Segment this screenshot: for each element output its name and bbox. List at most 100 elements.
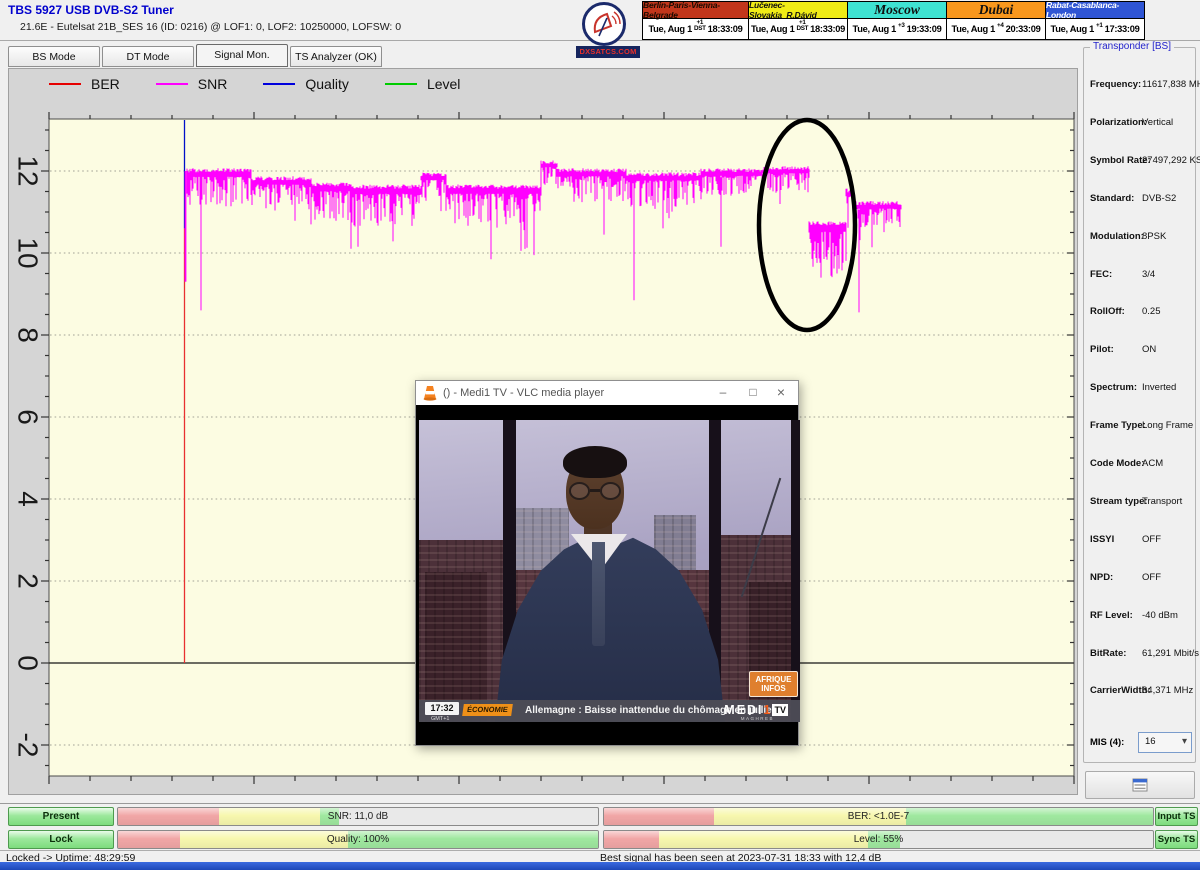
clock-date: Tue, Aug 1 [648, 24, 691, 34]
transponder-value: 61,291 Mbit/s [1142, 648, 1199, 659]
clock-time: Tue, Aug 1 +1DST 18:33:09 [749, 19, 847, 39]
transponder-label: NPD: [1090, 572, 1113, 583]
transponder-value: -40 dBm [1142, 610, 1178, 621]
tab-bs-mode[interactable]: BS Mode [8, 46, 100, 67]
utc-offset: +3 [898, 23, 905, 29]
tv-picture: AFRIQUEINFOS 17:32 GMT+1 ÉCONOMIE Allema… [419, 420, 800, 722]
legend-line-swatch [385, 83, 417, 85]
clock-cell: Moscow Tue, Aug 1 +3 19:33:09 [847, 1, 947, 40]
present-button[interactable]: Present [8, 807, 114, 826]
clock-city-label: Berlin-Paris-Vienna-Belgrade [643, 2, 748, 19]
svg-text:-2: -2 [13, 733, 44, 758]
chart-legend: BER SNR Quality Level [49, 76, 460, 92]
tab-ts-analyzer-ok[interactable]: TS Analyzer (OK) [290, 46, 382, 67]
snr-meter-text: SNR: 11,0 dB [118, 808, 598, 825]
clock-hms: 18:33:09 [708, 24, 743, 34]
transponder-value: 3/4 [1142, 269, 1155, 280]
ticker-category: ÉCONOMIE [462, 704, 513, 716]
transponder-value: 27497,292 KS/s [1142, 155, 1200, 166]
afrique-infos-badge: AFRIQUEINFOS [749, 671, 798, 697]
quality-meter-text: Quality: 100% [118, 831, 598, 848]
lock-button[interactable]: Lock [8, 830, 114, 849]
transponder-label: Pilot: [1090, 344, 1114, 355]
legend-label: Level [427, 76, 460, 92]
utc-offset: +1DST [796, 20, 808, 33]
clock-hms: 18:33:09 [810, 24, 845, 34]
satellite-dish-icon [582, 2, 626, 46]
transponder-label: Frequency: [1090, 79, 1141, 90]
transponder-value: 0.25 [1142, 306, 1161, 317]
bottom-divider [0, 803, 1200, 804]
transponder-label: Stream type: [1090, 496, 1148, 507]
clock-date: Tue, Aug 1 [1051, 24, 1094, 34]
transponder-label: FEC: [1090, 269, 1112, 280]
minimize-icon[interactable]: – [708, 381, 738, 405]
transponder-label: RollOff: [1090, 306, 1125, 317]
dxsatcs-logo: DXSATCS.COM [576, 1, 640, 59]
legend-line-swatch [263, 83, 295, 85]
tab-dt-mode[interactable]: DT Mode [102, 46, 194, 67]
sync-ts-button[interactable]: Sync TS [1155, 830, 1198, 849]
clock-date: Tue, Aug 1 [853, 24, 896, 34]
legend-item: Quality [263, 76, 349, 92]
clock-time: Tue, Aug 1 +1DST 18:33:09 [643, 19, 748, 39]
svg-text:10: 10 [13, 237, 44, 268]
legend-label: Quality [305, 76, 349, 92]
legend-line-swatch [49, 83, 81, 85]
app-title: TBS 5927 USB DVB-S2 Tuner [8, 3, 174, 17]
transponder-value: Inverted [1142, 382, 1176, 393]
ts-list-button[interactable] [1085, 771, 1195, 799]
medi1tv-sub: MAGHREB [741, 716, 774, 721]
svg-text:12: 12 [13, 155, 44, 186]
svg-text:2: 2 [13, 573, 44, 589]
tuner-app: TBS 5927 USB DVB-S2 Tuner 21.6E - Eutels… [0, 0, 1200, 870]
dropdown-chevron-icon: ▾ [1182, 736, 1187, 747]
legend-item: Level [385, 76, 460, 92]
mis-label: MIS (4): [1090, 737, 1124, 748]
transponder-value: 8PSK [1142, 231, 1166, 242]
vlc-cone-icon [423, 385, 437, 401]
svg-text:0: 0 [13, 655, 44, 671]
vlc-window: () - Medi1 TV - VLC media player – □ × [415, 380, 799, 746]
close-icon[interactable]: × [766, 381, 796, 405]
level-meter: Level: 55% [603, 830, 1154, 849]
vlc-window-title: () - Medi1 TV - VLC media player [443, 387, 604, 399]
transponder-value: Long Frame [1142, 420, 1193, 431]
clock-city-label: Dubai [947, 2, 1045, 19]
clock-hms: 17:33:09 [1105, 24, 1140, 34]
world-clocks: Berlin-Paris-Vienna-Belgrade Tue, Aug 1 … [643, 1, 1145, 40]
clock-hms: 19:33:09 [907, 24, 942, 34]
svg-text:4: 4 [13, 491, 44, 507]
clock-time: Tue, Aug 1 +1 17:33:09 [1046, 19, 1144, 39]
mode-tabbar: BS ModeDT ModeSignal Mon.TS Analyzer (OK… [8, 44, 384, 67]
tab-signal-mon[interactable]: Signal Mon. [196, 44, 288, 67]
transponder-label: BitRate: [1090, 648, 1126, 659]
transponder-label: Standard: [1090, 193, 1134, 204]
transponder-title: Transponder [BS] [1090, 41, 1174, 52]
transponder-value: OFF [1142, 534, 1161, 545]
clock-date: Tue, Aug 1 [952, 24, 995, 34]
legend-line-swatch [156, 83, 188, 85]
maximize-icon[interactable]: □ [738, 381, 768, 405]
transponder-value: OFF [1142, 572, 1161, 583]
clock-city-label: Lučenec-Slovakia_R.Dávid [749, 2, 847, 19]
vlc-video-area[interactable]: AFRIQUEINFOS 17:32 GMT+1 ÉCONOMIE Allema… [416, 405, 798, 745]
clock-date: Tue, Aug 1 [751, 24, 794, 34]
ber-meter-text: BER: <1.0E-7 [604, 808, 1153, 825]
utc-offset: +1DST [694, 20, 706, 33]
clock-cell: Rabat-Casablanca-London Tue, Aug 1 +1 17… [1045, 1, 1145, 40]
ber-meter: BER: <1.0E-7 [603, 807, 1154, 826]
mis-dropdown[interactable]: 16 ▾ [1138, 732, 1192, 753]
clock-cell: Dubai Tue, Aug 1 +4 20:33:09 [946, 1, 1046, 40]
glasses-left-lens [569, 482, 590, 500]
snr-meter: SNR: 11,0 dB [117, 807, 599, 826]
transponder-value: ON [1142, 344, 1156, 355]
transponder-label: Spectrum: [1090, 382, 1137, 393]
transponder-label: RF Level: [1090, 610, 1133, 621]
transponder-label: Code Mode: [1090, 458, 1144, 469]
quality-meter: Quality: 100% [117, 830, 599, 849]
svg-text:8: 8 [13, 327, 44, 343]
transponder-value: ACM [1142, 458, 1163, 469]
input-ts-button[interactable]: Input TS [1155, 807, 1198, 826]
vlc-titlebar[interactable]: () - Medi1 TV - VLC media player – □ × [416, 381, 798, 405]
